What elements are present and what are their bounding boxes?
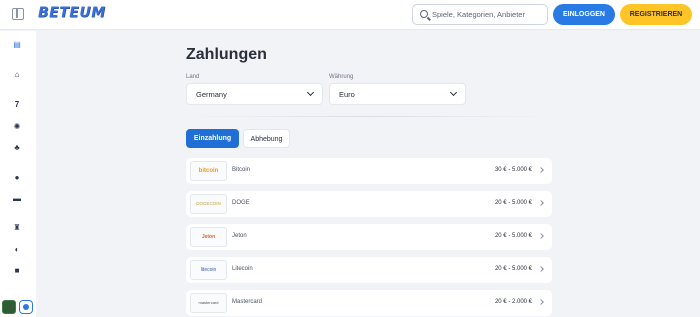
chevron-down-icon [449, 88, 458, 97]
help-icon[interactable] [19, 300, 33, 314]
payment-name: Litecoin [232, 266, 253, 272]
casino-icon[interactable]: ▤ [13, 41, 21, 49]
clover-icon[interactable]: ♣ [13, 144, 21, 152]
currency-value: Euro [339, 90, 355, 99]
mastercard-logo: mastercard [190, 293, 227, 313]
country-select[interactable]: Germany [186, 83, 323, 105]
currency-label: Währung [329, 74, 354, 80]
payment-row[interactable]: mastercard Mastercard 20 € - 2.000 € [186, 290, 552, 316]
payment-name: Jeton [232, 233, 247, 239]
litecoin-logo: litecoin [190, 260, 227, 280]
tab-deposit[interactable]: Einzahlung [186, 129, 239, 148]
register-button[interactable]: REGISTRIEREN [620, 4, 692, 25]
payment-name: DOGE [232, 200, 250, 206]
gift-icon[interactable]: ■ [13, 267, 21, 275]
trophy-icon[interactable]: ♜ [13, 224, 21, 232]
payment-limit: 30 € - 5.000 € [494, 167, 532, 173]
chevron-right-icon [538, 167, 544, 173]
payment-limit: 20 € - 5.000 € [494, 200, 532, 206]
payment-row[interactable]: bitcoin Bitcoin 30 € - 5.000 € [186, 158, 552, 184]
chevron-right-icon [538, 200, 544, 206]
divider [186, 116, 552, 117]
search-placeholder: Spiele, Kategorien, Anbieter [432, 10, 525, 19]
dogecoin-logo: DOGECOIN [190, 194, 227, 214]
chevron-right-icon [538, 299, 544, 305]
payment-row[interactable]: Jeton Jeton 20 € - 5.000 € [186, 224, 552, 250]
country-label: Land [186, 74, 200, 80]
site-logo[interactable]: BETEUM [38, 5, 106, 21]
country-value: Germany [196, 90, 227, 99]
payment-limit: 20 € - 5.000 € [494, 266, 532, 272]
sidebar: ▤ ⌂ 7 ✺ ♣ ● ▬ ♜ ◐ ■ [0, 31, 36, 317]
sidebar-toggle-icon[interactable] [12, 8, 24, 20]
tab-withdraw[interactable]: Abhebung [243, 129, 290, 148]
currency-select[interactable]: Euro [329, 83, 466, 105]
top-header: BETEUM Spiele, Kategorien, Anbieter EINL… [0, 0, 700, 30]
payment-name: Bitcoin [232, 167, 251, 173]
sports-icon[interactable]: ✺ [13, 123, 21, 131]
search-input[interactable]: Spiele, Kategorien, Anbieter [412, 4, 548, 25]
search-icon [420, 10, 428, 18]
seven-icon[interactable]: 7 [13, 101, 21, 109]
payment-name: Mastercard [232, 299, 263, 305]
payment-row[interactable]: litecoin Litecoin 20 € - 5.000 € [186, 257, 552, 283]
home-icon[interactable]: ⌂ [13, 71, 21, 79]
jeton-logo: Jeton [190, 227, 227, 247]
promo-icon[interactable]: ◐ [13, 246, 21, 254]
payment-row[interactable]: DOGECOIN DOGE 20 € - 5.000 € [186, 191, 552, 217]
chevron-right-icon [538, 233, 544, 239]
app-icon[interactable] [2, 300, 16, 314]
page-title: Zahlungen [186, 46, 267, 63]
bitcoin-logo: bitcoin [190, 161, 227, 181]
esports-icon[interactable]: ▬ [13, 195, 21, 203]
chevron-right-icon [538, 266, 544, 272]
payment-limit: 20 € - 5.000 € [494, 233, 532, 239]
login-button[interactable]: EINLOGGEN [553, 4, 615, 25]
payment-limit: 20 € - 2.000 € [494, 299, 532, 305]
football-icon[interactable]: ● [13, 174, 21, 182]
chevron-down-icon [306, 88, 315, 97]
